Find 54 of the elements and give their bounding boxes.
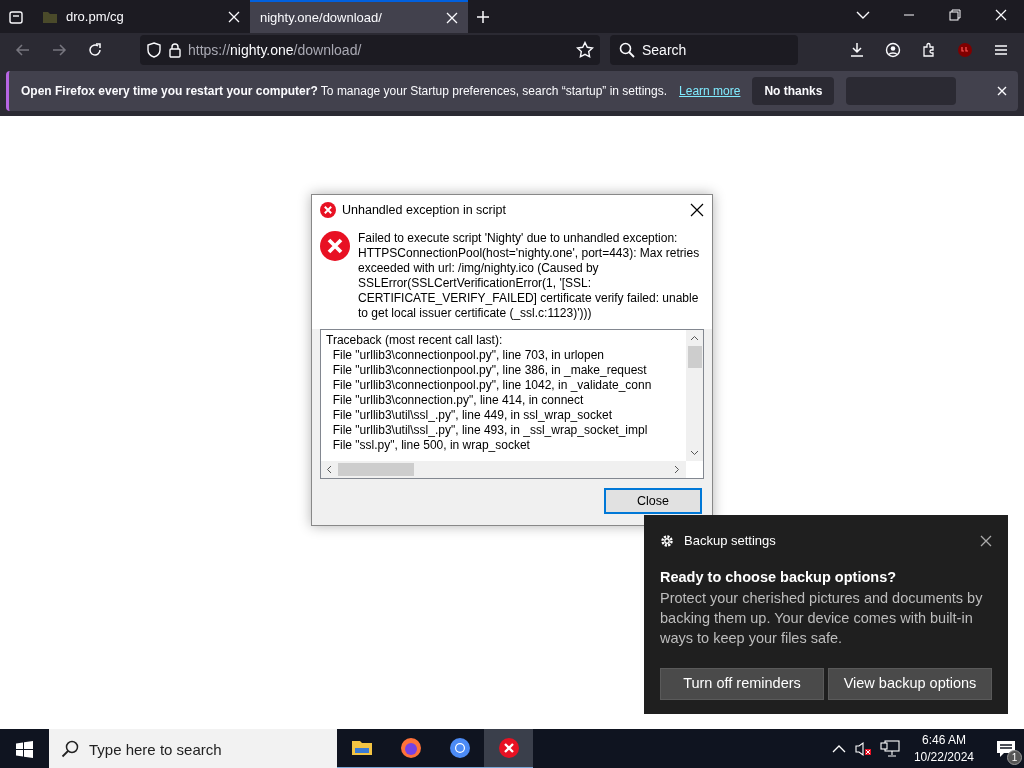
notification-app-name: Backup settings (684, 532, 777, 550)
speaker-muted-icon[interactable] (853, 741, 872, 757)
chevron-right-icon (674, 465, 680, 474)
notification-button[interactable]: View backup options (828, 668, 992, 701)
star-icon[interactable] (576, 41, 594, 59)
search-field[interactable]: Search (610, 35, 798, 65)
horizontal-scrollbar[interactable] (321, 461, 686, 478)
taskbar-search-field[interactable]: Type here to search (49, 729, 337, 768)
error-icon (320, 231, 350, 261)
notification-count: 1 (1007, 750, 1022, 765)
taskbar-app[interactable] (484, 729, 533, 768)
search-icon (61, 740, 79, 758)
infobar-button[interactable]: No thanks (752, 77, 835, 105)
scrollbar-thumb[interactable] (687, 346, 702, 368)
lock-icon (168, 42, 182, 58)
notification-body: Protect your cherished pictures and documents by backing them up. Your device comes with built-in ways to keep your files safe. (660, 589, 984, 649)
vertical-scrollbar[interactable] (686, 330, 703, 461)
learn-more-link[interactable]: Learn more (679, 82, 741, 100)
shield-icon (146, 42, 162, 58)
network-icon[interactable] (879, 740, 900, 758)
clock-time: 6:46 AM (920, 732, 967, 749)
folder-icon (42, 9, 58, 24)
dialog-title: Unhandled exception in script (342, 201, 507, 219)
error-icon (320, 202, 336, 218)
tab-label: nighty.one/download/ (260, 8, 383, 27)
url-text: https://nighty.one/download/ (188, 40, 363, 60)
chevron-left-icon (326, 465, 332, 474)
chevron-up-icon (690, 335, 699, 341)
traceback-line: File "urllib3\connection.py", line 414, in connect (331, 393, 585, 408)
traceback-line: File "urllib3\connectionpool.py", line 1042, in _validate_conn (331, 378, 653, 393)
notification-button[interactable]: Turn off reminders (660, 668, 824, 701)
infobar-message: Open Firefox every time you restart your computer? To manage your Startup preferences, search “startup” in settings. (21, 83, 668, 100)
close-button[interactable]: Close (604, 488, 702, 514)
chevron-up-icon[interactable] (831, 745, 846, 753)
tab-label: dro.pm/cg (66, 7, 125, 26)
gear-icon (660, 533, 674, 548)
search-icon (619, 42, 635, 58)
close-icon[interactable] (690, 203, 704, 217)
chevron-down-icon (690, 450, 699, 456)
close-icon[interactable] (980, 534, 992, 547)
traceback-line: File "urllib3\connectionpool.py", line 703, in urlopen (331, 348, 606, 363)
address-bar[interactable]: https://nighty.one/download/ (140, 35, 600, 65)
browser-tab[interactable]: nighty.one/download/ (250, 0, 468, 33)
traceback-line: File "urllib3\util\ssl_.py", line 493, in _ssl_wrap_socket_impl (331, 423, 649, 438)
traceback-line: Traceback (most recent call last): (326, 333, 504, 348)
traceback-line: File "ssl.py", line 500, in wrap_socket (331, 438, 531, 453)
windows-logo-icon (16, 740, 33, 758)
scrollbar-thumb[interactable] (338, 463, 414, 476)
browser-tab[interactable]: dro.pm/cg (32, 0, 250, 33)
error-message: Failed to execute script 'Nighty' due to unhandled exception: HTTPSConnectionPool(host='nighty.one', port=443): Max retries exceeded with url: /img/nighty.ico (Caused by SSLError(SSLCertVerificationError(1, '[SSL: CERTIFICATE_VERIFY_FAILED] certificate verify failed: unable to get local issuer certificate (_ssl.c:1123)'))) (358, 231, 701, 321)
traceback-line: File "urllib3\util\ssl_.py", line 449, in ssl_wrap_socket (331, 408, 613, 423)
traceback-line: File "urllib3\connectionpool.py", line 386, in _make_request (331, 363, 648, 378)
notification-heading: Ready to choose backup options? (660, 567, 898, 587)
clock-date: 10/22/2024 (913, 749, 974, 766)
